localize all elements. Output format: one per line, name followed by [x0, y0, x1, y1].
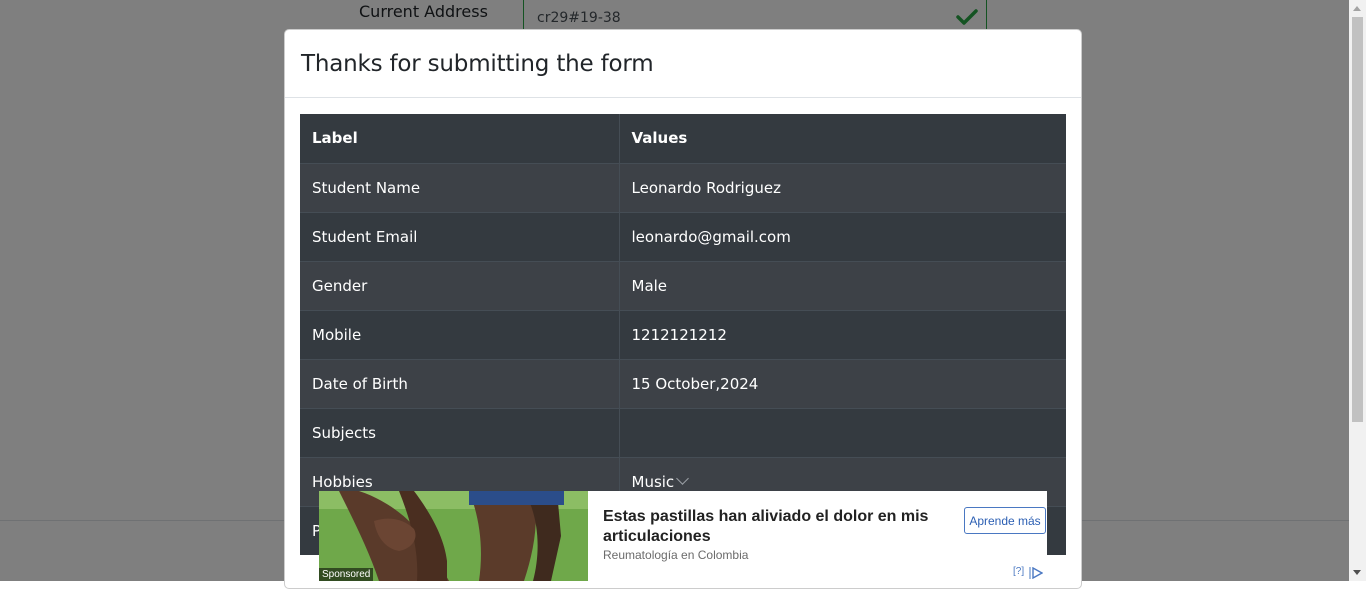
table-header-row: Label Values: [300, 114, 1066, 163]
scroll-down-arrow-icon[interactable]: [1353, 570, 1361, 575]
adchoices-icon[interactable]: [1029, 567, 1043, 579]
table-row: Gender Male: [300, 260, 1066, 310]
ad-source[interactable]: Reumatología en Colombia: [603, 548, 748, 562]
learn-more-button[interactable]: Aprende más: [964, 507, 1046, 534]
chevron-down-icon: [676, 471, 690, 485]
scroll-up-arrow-icon[interactable]: [1353, 6, 1361, 11]
scrollbar-thumb[interactable]: [1352, 17, 1363, 422]
page-scrollbar[interactable]: [1349, 0, 1366, 581]
row-label: Mobile: [300, 309, 620, 359]
modal-header: Thanks for submitting the form: [285, 30, 1081, 98]
sponsored-label: Sponsored: [319, 568, 374, 581]
modal-title: Thanks for submitting the form: [301, 50, 654, 77]
column-header-values: Values: [619, 114, 1066, 163]
row-label: Student Email: [300, 211, 620, 261]
row-label: Gender: [300, 260, 620, 310]
row-value: 1212121212: [619, 309, 1066, 359]
column-header-label: Label: [300, 114, 620, 163]
hobbies-value: Music: [631, 472, 675, 491]
table-row: Subjects: [300, 407, 1066, 457]
row-label: Date of Birth: [300, 358, 620, 408]
row-label: Subjects: [300, 407, 620, 457]
row-value: Male: [619, 260, 1066, 310]
table-row: Student Name Leonardo Rodriguez: [300, 162, 1066, 212]
row-value: [619, 407, 1066, 457]
sponsored-ad-banner[interactable]: Sponsored Estas pastillas han aliviado e…: [319, 491, 1047, 581]
row-value: Leonardo Rodriguez: [619, 162, 1066, 212]
results-table: Label Values Student Name Leonardo Rodri…: [300, 114, 1066, 555]
table-row: Student Email leonardo@gmail.com: [300, 211, 1066, 261]
row-value: 15 October,2024: [619, 358, 1066, 408]
ad-headline[interactable]: Estas pastillas han aliviado el dolor en…: [603, 507, 953, 547]
ad-help-link[interactable]: [?]: [1013, 566, 1024, 577]
row-label: Student Name: [300, 162, 620, 212]
table-row: Date of Birth 15 October,2024: [300, 358, 1066, 408]
row-value: leonardo@gmail.com: [619, 211, 1066, 261]
ad-image[interactable]: Sponsored: [319, 491, 588, 581]
table-row: Mobile 1212121212: [300, 309, 1066, 359]
